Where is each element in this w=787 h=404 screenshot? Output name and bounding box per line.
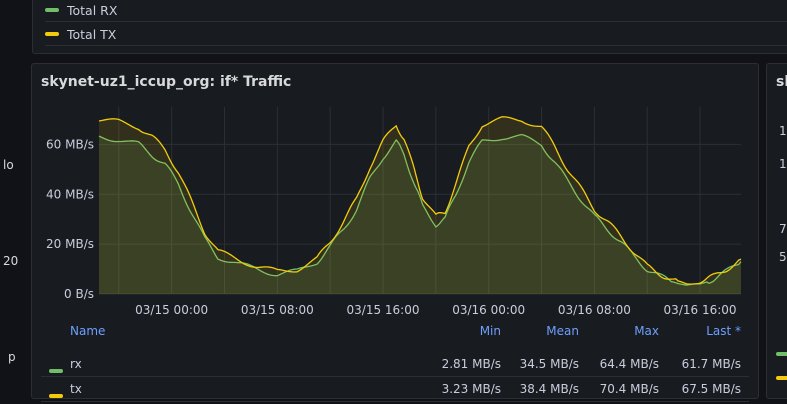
edge-label-3: p (8, 350, 16, 364)
total-rx-swatch (45, 8, 59, 12)
y-tick-label: 40 MB/s (46, 187, 94, 201)
adjacent-tick-label: 12 (779, 124, 787, 138)
x-tick-label: 03/15 08:00 (241, 303, 314, 317)
rx-swatch (49, 369, 63, 373)
series-last: 67.5 MB/s (681, 382, 741, 396)
traffic-panel: skynet-uz1_iccup_org: if* Traffic 0 B/s 2… (31, 63, 759, 402)
x-tick-label: 03/16 00:00 (452, 303, 525, 317)
legend-label: Total RX (67, 2, 118, 18)
legend-row-tx[interactable]: tx 3.23 MB/s 38.4 MB/s 70.4 MB/s 67.5 MB… (41, 377, 749, 402)
adjacent-tick-label: 7 (779, 222, 787, 236)
x-tick-label: 03/16 08:00 (558, 303, 631, 317)
adjacent-panel-title[interactable]: sk (776, 74, 787, 90)
series-min: 3.23 MB/s (441, 382, 501, 396)
legend-header-row: Name Min Mean Max Last * (41, 320, 749, 344)
series-max: 64.4 MB/s (599, 357, 659, 371)
adjacent-tx-swatch (776, 376, 787, 380)
series-name: rx (70, 357, 82, 371)
series-area-tx (99, 116, 741, 294)
legend-item-total-tx[interactable]: Total TX (45, 23, 787, 46)
adjacent-rx-swatch (776, 352, 787, 356)
y-tick-label: 60 MB/s (46, 137, 94, 151)
column-max-header[interactable]: Max (634, 324, 659, 338)
adjacent-panel: sk 12 10 7 5 (766, 63, 787, 399)
series-mean: 38.4 MB/s (519, 382, 579, 396)
series-name: tx (70, 382, 82, 396)
y-tick-label: 20 MB/s (46, 237, 94, 251)
legend-row-rx[interactable]: rx 2.81 MB/s 34.5 MB/s 64.4 MB/s 61.7 MB… (41, 352, 749, 377)
column-name-header[interactable]: Name (70, 324, 105, 338)
edge-label-1: lo (3, 158, 14, 172)
legend-table: Name Min Mean Max Last * rx 2.81 MB/s 34… (41, 320, 749, 402)
column-last-header[interactable]: Last * (706, 324, 741, 338)
tx-swatch (49, 394, 63, 398)
legend-item-total-rx[interactable]: Total RX (45, 0, 787, 22)
total-traffic-legend-panel: Total RX Total TX (32, 0, 787, 54)
x-tick-label: 03/16 16:00 (664, 303, 737, 317)
series-mean: 34.5 MB/s (519, 357, 579, 371)
traffic-chart[interactable]: 0 B/s 20 MB/s 40 MB/s 60 MB/s 03/15 00:00 03/… (32, 64, 758, 320)
column-mean-header[interactable]: Mean (546, 324, 579, 338)
series-last: 61.7 MB/s (681, 357, 741, 371)
total-tx-swatch (45, 32, 59, 36)
series-max: 70.4 MB/s (599, 382, 659, 396)
adjacent-tick-label: 10 (779, 157, 787, 171)
column-min-header[interactable]: Min (480, 324, 501, 338)
x-tick-label: 03/15 16:00 (347, 303, 420, 317)
x-tick-label: 03/15 00:00 (135, 303, 208, 317)
series-min: 2.81 MB/s (441, 357, 501, 371)
y-tick-label: 0 B/s (64, 287, 94, 301)
edge-label-2: 20 (3, 254, 19, 268)
legend-label: Total TX (67, 26, 117, 42)
adjacent-tick-label: 5 (779, 250, 787, 264)
